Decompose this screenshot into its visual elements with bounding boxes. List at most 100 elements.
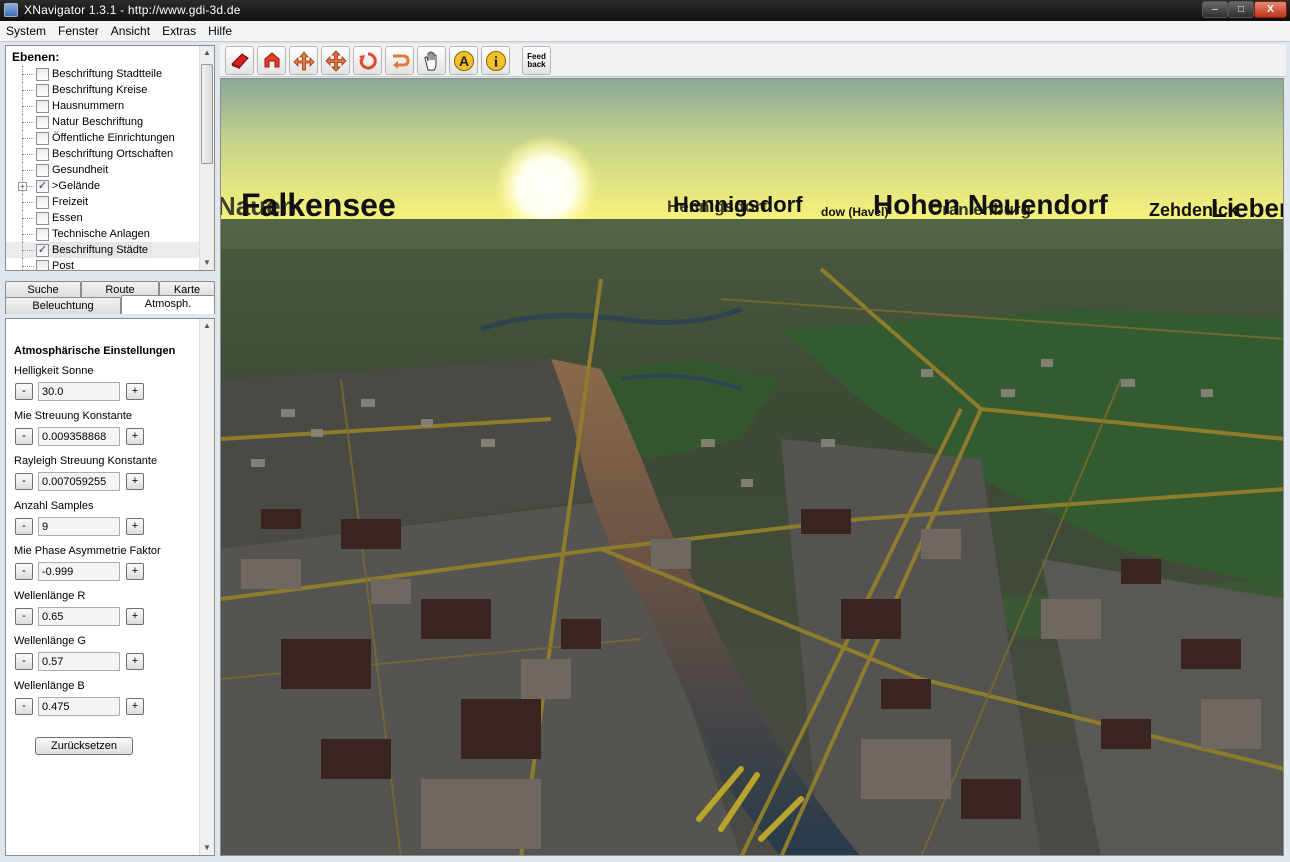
increment-button[interactable]: +	[126, 428, 144, 445]
param-input[interactable]	[38, 697, 120, 716]
layer-checkbox[interactable]	[36, 260, 49, 270]
decrement-button[interactable]: -	[15, 698, 33, 715]
layer-checkbox[interactable]	[36, 68, 49, 81]
layer-row[interactable]: Beschriftung Ortschaften	[6, 146, 202, 162]
decrement-button[interactable]: -	[15, 383, 33, 400]
tree-guide	[22, 90, 34, 91]
atmosphere-settings-panel: Atmosphärische Einstellungen Helligkeit …	[5, 318, 215, 856]
increment-button[interactable]: +	[126, 563, 144, 580]
settings-scrollbar[interactable]: ▲ ▼	[199, 319, 214, 855]
increment-button[interactable]: +	[126, 473, 144, 490]
param-row: Mie Streuung Konstante - +	[14, 410, 204, 452]
param-row: Helligkeit Sonne - +	[14, 365, 204, 407]
fly-icon[interactable]	[225, 46, 254, 75]
navigation-toolbar: A i Feed back	[220, 44, 1286, 77]
layer-label: >Gelände	[52, 180, 101, 192]
scroll-up-icon[interactable]: ▲	[200, 319, 214, 333]
layer-row[interactable]: Technische Anlagen	[6, 226, 202, 242]
layer-row[interactable]: Natur Beschriftung	[6, 114, 202, 130]
layer-checkbox[interactable]	[36, 212, 49, 225]
param-input[interactable]	[38, 607, 120, 626]
close-button[interactable]: X	[1254, 1, 1287, 18]
layer-row[interactable]: + ✓ >Gelände	[6, 178, 202, 194]
increment-button[interactable]: +	[126, 383, 144, 400]
reset-button[interactable]: Zurücksetzen	[35, 737, 133, 755]
annotation-icon[interactable]: A	[449, 46, 478, 75]
decrement-button[interactable]: -	[15, 518, 33, 535]
layer-checkbox[interactable]: ✓	[36, 180, 49, 193]
tree-guide	[22, 250, 34, 251]
param-row: Wellenlänge B - +	[14, 680, 204, 722]
scroll-down-icon[interactable]: ▼	[200, 841, 214, 855]
tab-suche[interactable]: Suche	[5, 281, 81, 298]
param-label: Anzahl Samples	[14, 500, 94, 512]
maximize-button[interactable]: □	[1228, 1, 1254, 18]
panel-splitter[interactable]	[5, 271, 215, 279]
info-icon[interactable]: i	[481, 46, 510, 75]
rotate-icon[interactable]	[353, 46, 382, 75]
expand-icon[interactable]: +	[18, 182, 27, 191]
minimize-button[interactable]: –	[1202, 1, 1228, 18]
tab-atmosph[interactable]: Atmosph.	[121, 295, 215, 314]
layer-checkbox[interactable]	[36, 132, 49, 145]
decrement-button[interactable]: -	[15, 608, 33, 625]
increment-button[interactable]: +	[126, 608, 144, 625]
decrement-button[interactable]: -	[15, 428, 33, 445]
increment-button[interactable]: +	[126, 653, 144, 670]
param-input[interactable]	[38, 427, 120, 446]
decrement-button[interactable]: -	[15, 653, 33, 670]
layer-checkbox[interactable]	[36, 164, 49, 177]
decrement-button[interactable]: -	[15, 563, 33, 580]
layer-row[interactable]: Beschriftung Stadtteile	[6, 66, 202, 82]
param-label: Wellenlänge B	[14, 680, 85, 692]
tree-guide	[22, 266, 34, 267]
layer-row[interactable]: Gesundheit	[6, 162, 202, 178]
map-3d-view[interactable]: Nauen Falkensee Hennigsdorf Hennigsdorf …	[220, 78, 1284, 856]
increment-button[interactable]: +	[126, 698, 144, 715]
layer-label: Technische Anlagen	[52, 228, 150, 240]
layer-row[interactable]: Hausnummern	[6, 98, 202, 114]
layer-label: Essen	[52, 212, 83, 224]
param-input[interactable]	[38, 562, 120, 581]
menu-system[interactable]: System	[0, 21, 52, 41]
layer-row[interactable]: Beschriftung Kreise	[6, 82, 202, 98]
layer-checkbox[interactable]	[36, 100, 49, 113]
move-icon[interactable]	[289, 46, 318, 75]
layer-checkbox[interactable]	[36, 196, 49, 209]
layer-checkbox[interactable]	[36, 148, 49, 161]
layer-row[interactable]: Post	[6, 258, 202, 270]
hand-icon[interactable]	[417, 46, 446, 75]
param-label: Mie Phase Asymmetrie Faktor	[14, 545, 161, 557]
param-input[interactable]	[38, 382, 120, 401]
param-input[interactable]	[38, 652, 120, 671]
menu-fenster[interactable]: Fenster	[52, 21, 105, 41]
layer-checkbox[interactable]: ✓	[36, 244, 49, 257]
scroll-up-icon[interactable]: ▲	[200, 46, 214, 60]
layer-row[interactable]: ✓ Beschriftung Städte	[6, 242, 202, 258]
param-row: Mie Phase Asymmetrie Faktor - +	[14, 545, 204, 587]
decrement-button[interactable]: -	[15, 473, 33, 490]
scroll-down-icon[interactable]: ▼	[200, 256, 214, 270]
feedback-button[interactable]: Feed back	[522, 46, 551, 75]
layer-checkbox[interactable]	[36, 116, 49, 129]
increment-button[interactable]: +	[126, 518, 144, 535]
layers-scroll-thumb[interactable]	[201, 64, 213, 164]
app-icon	[4, 3, 18, 17]
layer-row[interactable]: Essen	[6, 210, 202, 226]
layer-checkbox[interactable]	[36, 228, 49, 241]
menu-hilfe[interactable]: Hilfe	[202, 21, 238, 41]
param-input[interactable]	[38, 472, 120, 491]
menu-ansicht[interactable]: Ansicht	[105, 21, 156, 41]
tab-beleuchtung[interactable]: Beleuchtung	[5, 297, 121, 314]
layers-scrollbar[interactable]: ▲ ▼	[199, 46, 214, 270]
layer-checkbox[interactable]	[36, 84, 49, 97]
menu-extras[interactable]: Extras	[156, 21, 202, 41]
map-label-hohen-neuendorf: Hohen Neuendorf	[873, 189, 1108, 220]
lift-icon[interactable]	[257, 46, 286, 75]
info-glyph: i	[493, 54, 497, 70]
layer-row[interactable]: Freizeit	[6, 194, 202, 210]
layer-row[interactable]: Öffentliche Einrichtungen	[6, 130, 202, 146]
turn-icon[interactable]	[385, 46, 414, 75]
param-input[interactable]	[38, 517, 120, 536]
pan-icon[interactable]	[321, 46, 350, 75]
